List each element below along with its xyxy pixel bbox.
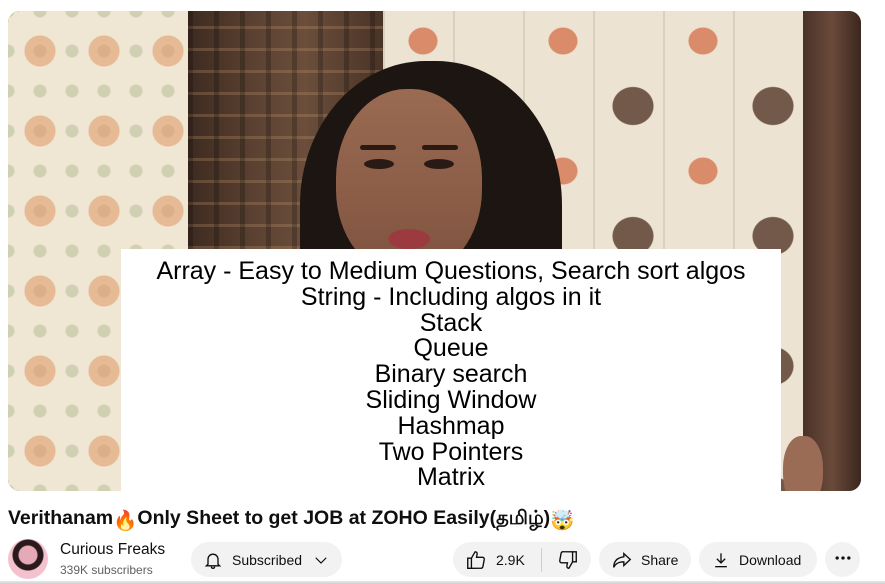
subscribed-button[interactable]: Subscribed: [191, 542, 342, 577]
overlay-line: String - Including algos in it: [300, 282, 602, 311]
like-count[interactable]: 2.9K: [496, 552, 525, 568]
video-title-part: Verithanam: [8, 507, 114, 529]
overlay-line: Stack: [419, 308, 483, 337]
download-label: Download: [739, 551, 802, 568]
thumbs-down-icon[interactable]: [557, 549, 579, 571]
more-actions-button[interactable]: [825, 542, 860, 577]
video-text-overlay: Array - Easy to Medium Questions, Search…: [121, 249, 781, 491]
download-icon: [711, 550, 731, 570]
fire-emoji-icon: 🔥: [113, 510, 138, 532]
channel-avatar[interactable]: [8, 539, 48, 579]
overlay-line: Array - Easy to Medium Questions, Search…: [156, 257, 746, 285]
overlay-line: Sliding Window: [365, 385, 537, 414]
overlay-line: Queue: [413, 334, 489, 363]
overlay-line: Two Pointers: [378, 437, 524, 466]
share-arrow-icon: [611, 549, 633, 571]
overlay-line: Matrix: [416, 463, 486, 491]
overlay-line: Binary search: [374, 360, 528, 389]
video-title: Verithanam🔥Only Sheet to get JOB at ZOHO…: [8, 506, 878, 533]
presenter-hand: [783, 436, 823, 491]
subscribed-label: Subscribed: [232, 551, 303, 568]
share-label: Share: [641, 551, 679, 568]
video-title-part: Only Sheet to get JOB at ZOHO Easily(தமி…: [137, 507, 551, 529]
video-background-curtain-right: [803, 11, 861, 491]
presenter-face: [336, 89, 482, 275]
subscriber-count: 339K subscribers: [60, 563, 153, 577]
video-player[interactable]: Array - Easy to Medium Questions, Search…: [8, 11, 861, 491]
bell-icon: [203, 550, 223, 570]
more-horizontal-icon: [833, 548, 853, 572]
exploding-head-emoji-icon: 🤯: [550, 510, 575, 532]
thumbs-up-icon[interactable]: [465, 549, 487, 571]
chevron-down-icon: [312, 551, 330, 569]
like-divider: [540, 547, 542, 572]
download-button[interactable]: Download: [699, 542, 817, 577]
share-button[interactable]: Share: [599, 542, 691, 577]
overlay-line: Hashmap: [397, 411, 505, 440]
channel-name[interactable]: Curious Freaks: [60, 541, 165, 559]
like-dislike-group: 2.9K: [453, 542, 591, 577]
